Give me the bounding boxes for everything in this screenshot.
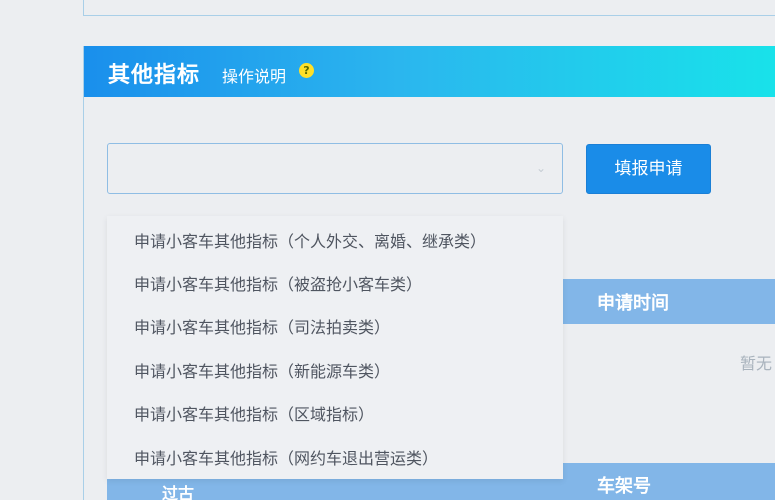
submit-application-button[interactable]: 填报申请	[586, 144, 711, 194]
dropdown-option[interactable]: 申请小客车其他指标（网约车退出营运类）	[134, 445, 438, 469]
chevron-down-icon: ⌄	[535, 161, 546, 175]
panel-title: 其他指标	[108, 63, 201, 88]
help-link[interactable]: 操作说明	[222, 63, 286, 87]
dropdown-option[interactable]: 申请小客车其他指标（被盗抢小客车类）	[134, 271, 422, 295]
column-header-apply-time: 申请时间	[562, 279, 775, 324]
column-header-partial: 过古	[107, 478, 563, 500]
indicator-type-dropdown: 申请小客车其他指标（个人外交、离婚、继承类） 申请小客车其他指标（被盗抢小客车类…	[107, 216, 563, 479]
previous-panel-edge	[83, 0, 775, 16]
column-header-vin: 车架号	[562, 463, 775, 500]
panel-header: 其他指标 操作说明 ?	[84, 46, 775, 97]
dropdown-option[interactable]: 申请小客车其他指标（区域指标）	[134, 401, 374, 425]
indicator-type-select[interactable]: ⌄	[107, 143, 563, 194]
dropdown-option[interactable]: 申请小客车其他指标（新能源车类）	[134, 358, 390, 382]
dropdown-option[interactable]: 申请小客车其他指标（司法拍卖类）	[134, 314, 390, 338]
empty-state-text: 暂无	[740, 354, 773, 373]
dropdown-option[interactable]: 申请小客车其他指标（个人外交、离婚、继承类）	[134, 228, 486, 252]
question-icon[interactable]: ?	[299, 63, 314, 78]
